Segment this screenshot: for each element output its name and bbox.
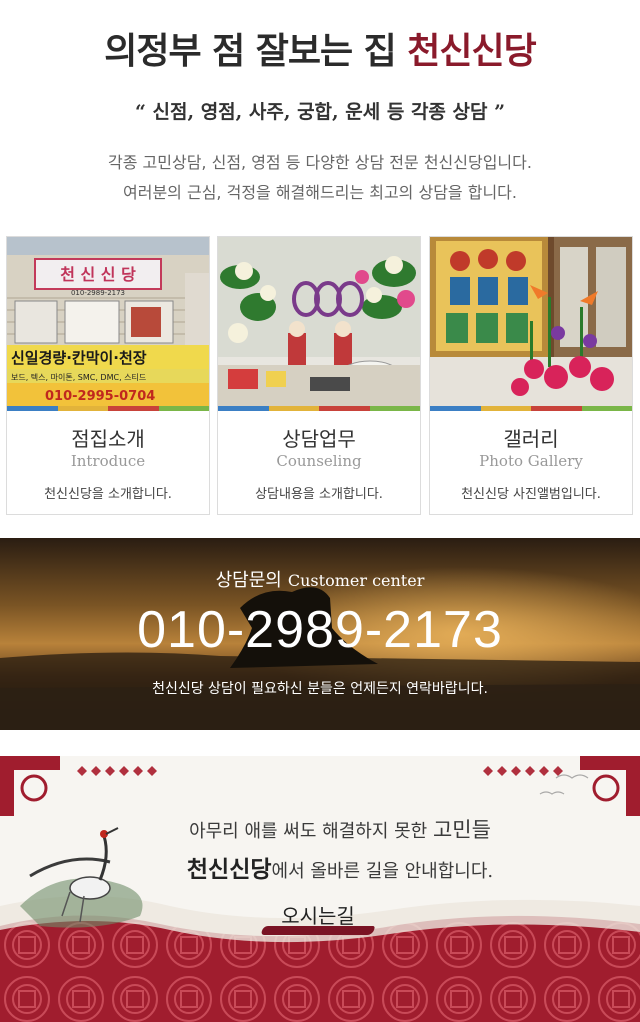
directions-button[interactable]: 오시는길 <box>256 896 380 940</box>
card-counseling[interactable]: 상담업무 Counseling 상담내용을 소개합니다. <box>217 236 421 515</box>
card-subtitle-en: Photo Gallery <box>479 452 583 470</box>
altar-photo <box>218 237 420 406</box>
stripe-blue <box>430 406 481 411</box>
phone-number[interactable]: 010-2989-2173 <box>0 600 640 660</box>
banner-line1-strong: 고민들 <box>432 818 491 842</box>
card-color-stripe <box>430 406 632 411</box>
card-introduce[interactable]: 천 신 신 당 010-2989-2173 신일경량·칸막이·천장 보드, 텍스… <box>6 236 210 515</box>
storefront-photo: 천 신 신 당 010-2989-2173 신일경량·칸막이·천장 보드, 텍스… <box>7 237 209 406</box>
page-description: 각종 고민상담, 신점, 영점 등 다양한 상담 전문 천신신당입니다. 여러분… <box>0 148 640 208</box>
stripe-red <box>531 406 582 411</box>
customer-center-label: 상담문의 Customer center <box>0 566 640 592</box>
card-title: 점집소개 <box>71 427 145 451</box>
directions-banner: 아무리 애를 써도 해결하지 못한 고민들 천신신당에서 올바른 길을 안내합니… <box>0 756 640 1022</box>
banner-headline: 아무리 애를 써도 해결하지 못한 고민들 <box>100 814 580 844</box>
card-color-stripe <box>7 406 209 411</box>
card-gallery[interactable]: 갤러리 Photo Gallery 천신신당 사진앨범입니다. <box>429 236 633 515</box>
card-description: 천신신당을 소개합니다. <box>44 487 172 502</box>
banner-line1-text: 아무리 애를 써도 해결하지 못한 <box>189 821 433 842</box>
stripe-blue <box>7 406 58 411</box>
stripe-red <box>108 406 159 411</box>
card-description: 상담내용을 소개합니다. <box>255 487 383 502</box>
stripe-yellow <box>268 406 319 411</box>
card-subtitle-en: Introduce <box>70 452 146 470</box>
page-title-accent: 천신신당 <box>407 30 536 72</box>
sign-text: 천 신 신 당 <box>60 265 136 284</box>
contact-note: 천신신당 상담이 필요하신 분들은 언제든지 연락바랍니다. <box>152 681 488 697</box>
customer-center-label-ko: 상담문의 <box>215 570 282 591</box>
description-line-1: 각종 고민상담, 신점, 영점 등 다양한 상담 전문 천신신당입니다. <box>108 153 532 172</box>
banner-line2-text: 에서 올바른 길을 안내합니다. <box>271 861 494 882</box>
banner-subline: 천신신당에서 올바른 길을 안내합니다. <box>100 850 580 884</box>
card-title: 상담업무 <box>282 427 356 451</box>
directions-button-label: 오시는길 <box>281 904 355 928</box>
ink-painting-background <box>0 756 640 1022</box>
card-color-stripe <box>218 406 420 411</box>
page-title: 의정부 점 잘보는 집 천신신당 <box>0 22 640 74</box>
description-line-2: 여러분의 근심, 걱정을 해결해드리는 최고의 상담을 합니다. <box>123 183 517 202</box>
card-subtitle-en: Counseling <box>276 452 362 470</box>
customer-center-band: 상담문의 Customer center 010-2989-2173 천신신당 상… <box>0 538 640 730</box>
card-title: 갤러리 <box>503 427 559 451</box>
gallery-photo <box>430 237 632 406</box>
sign-phone-text: 010-2989-2173 <box>71 289 125 297</box>
stripe-red <box>319 406 370 411</box>
shop-sub-text: 보드, 텍스, 마이톤, SMC, DMC, 스티드 <box>11 372 146 382</box>
stripe-yellow <box>480 406 531 411</box>
service-cards: 천 신 신 당 010-2989-2173 신일경량·칸막이·천장 보드, 텍스… <box>6 236 634 515</box>
banner-line2-strong: 천신신당 <box>186 856 272 883</box>
stripe-green <box>158 406 209 411</box>
stripe-yellow <box>57 406 108 411</box>
stripe-green <box>581 406 632 411</box>
shop-banner-text: 신일경량·칸막이·천장 <box>11 349 147 367</box>
stripe-blue <box>218 406 269 411</box>
shop-phone-text: 010-2995-0704 <box>45 389 155 404</box>
card-description: 천신신당 사진앨범입니다. <box>461 487 601 502</box>
page-subtitle: “ 신점, 영점, 사주, 궁합, 운세 등 각종 상담 ” <box>134 101 506 123</box>
customer-center-label-en: Customer center <box>287 571 425 590</box>
page-title-main: 의정부 점 잘보는 집 <box>104 30 408 72</box>
stripe-green <box>369 406 420 411</box>
